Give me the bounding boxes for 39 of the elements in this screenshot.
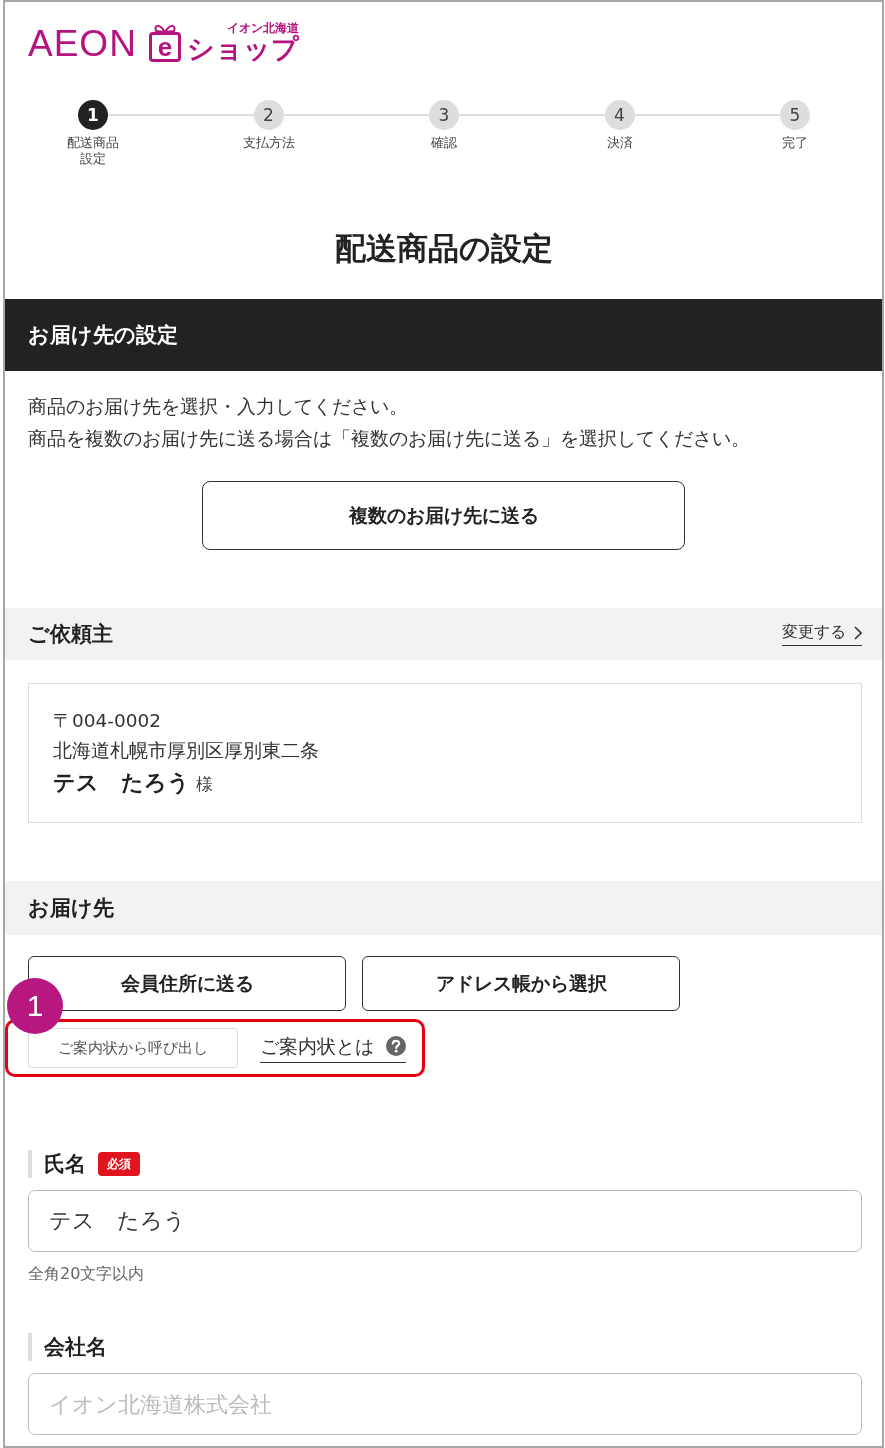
input-field[interactable]: イオン北海道株式会社 [28, 1373, 862, 1435]
logo-region: イオン北海道 [226, 22, 299, 34]
page-title: 配送商品の設定 [333, 229, 554, 268]
input-field[interactable]: テス たろう [28, 1190, 862, 1252]
step-number: 5 [780, 100, 810, 130]
step-number: 3 [429, 100, 459, 130]
section-title: ご依頼主 [28, 621, 113, 648]
letter-button[interactable]: ご案内状から呼び出し [28, 1028, 238, 1068]
recipient-name: テス たろう [53, 769, 190, 797]
step-label: 完了 [781, 135, 809, 151]
brand-logo[interactable]: AEON [28, 25, 137, 62]
step-label: 確認 [430, 135, 458, 151]
step-label: 配送商品設定 [66, 135, 120, 167]
logo-letter: e [148, 32, 181, 62]
section-bar-title: お届け先の設定 [28, 322, 178, 349]
step-number: 1 [78, 100, 108, 130]
step-label: 支払方法 [241, 135, 296, 151]
chevron-icon [854, 625, 862, 640]
annotation-badge: 1 [7, 978, 63, 1034]
address-option-button[interactable]: アドレス帳から選択 [362, 956, 680, 1011]
change-link[interactable]: 変更する [782, 622, 862, 646]
step-number: 4 [604, 100, 635, 130]
section-title: お届け先 [28, 895, 114, 922]
bow-icon [152, 23, 177, 33]
field-label: 氏名 [28, 1150, 86, 1178]
instruction-text: 商品を複数のお届け先に送る場合は「複数のお届け先に送る」を選択してください。 [28, 427, 751, 451]
logo-shop: ショップ [186, 35, 299, 62]
multi-destination-button[interactable]: 複数のお届け先に送る [202, 481, 685, 550]
field-hint: 全角20文字以内 [28, 1263, 146, 1285]
instruction-text: 商品のお届け先を選択・入力してください。 [28, 395, 409, 419]
help-icon [386, 1036, 406, 1056]
step-number: 2 [253, 100, 284, 130]
step-label: 決済 [605, 135, 634, 151]
honorific: 様 [196, 773, 213, 796]
address-text: 北海道札幌市厚別区厚別東二条 [53, 739, 320, 763]
field-label: 会社名 [28, 1333, 107, 1361]
required-badge: 必須 [98, 1152, 140, 1176]
help-link[interactable]: ご案内状とは [260, 1033, 406, 1063]
postal-code: 〒004-0002 [53, 709, 163, 733]
